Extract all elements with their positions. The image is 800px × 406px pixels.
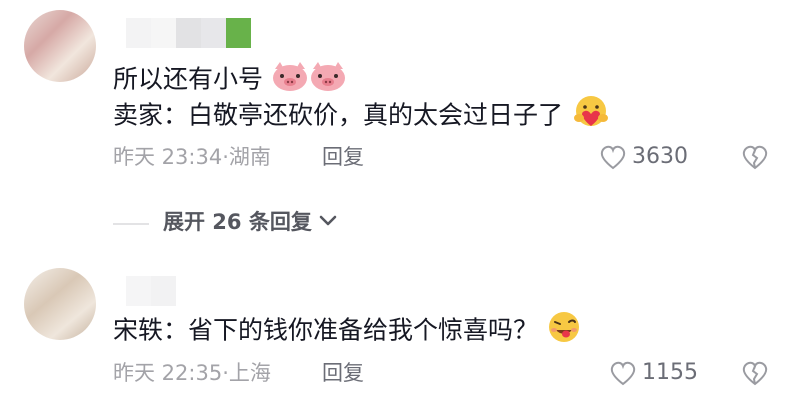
expand-divider — [113, 223, 149, 225]
reply-button[interactable]: 回复 — [322, 358, 364, 388]
chevron-down-icon — [318, 213, 338, 232]
like-button[interactable]: 1155 — [608, 358, 698, 388]
comment-timestamp-location: 昨天 22:35·上海 — [113, 361, 271, 385]
comment-text-line2: 卖家：白敬亭还砍价，真的太会过日子了 — [113, 94, 611, 139]
heart-icon — [608, 359, 638, 387]
broken-heart-icon — [740, 145, 770, 175]
username-blurred[interactable] — [126, 276, 176, 306]
username-blurred[interactable] — [126, 18, 251, 48]
wink-tongue-emoji — [546, 310, 582, 353]
like-count: 1155 — [642, 360, 698, 385]
expand-replies-label: 展开 26 条回复 — [163, 210, 312, 234]
dislike-button[interactable] — [740, 143, 770, 175]
comment-text: 宋轶：省下的钱你准备给我个惊喜吗？ — [113, 310, 582, 353]
comment-timestamp-location: 昨天 23:34·湖南 — [113, 145, 271, 169]
dislike-button[interactable] — [740, 359, 770, 391]
reply-button[interactable]: 回复 — [322, 142, 364, 172]
like-count: 3630 — [632, 144, 688, 169]
like-button[interactable]: 3630 — [598, 142, 688, 172]
expand-replies-button[interactable]: 展开 26 条回复 — [163, 207, 338, 237]
hug-heart-emoji — [571, 94, 611, 139]
avatar[interactable] — [24, 268, 96, 340]
heart-icon — [598, 143, 628, 171]
avatar[interactable] — [24, 10, 96, 82]
broken-heart-icon — [740, 361, 770, 391]
